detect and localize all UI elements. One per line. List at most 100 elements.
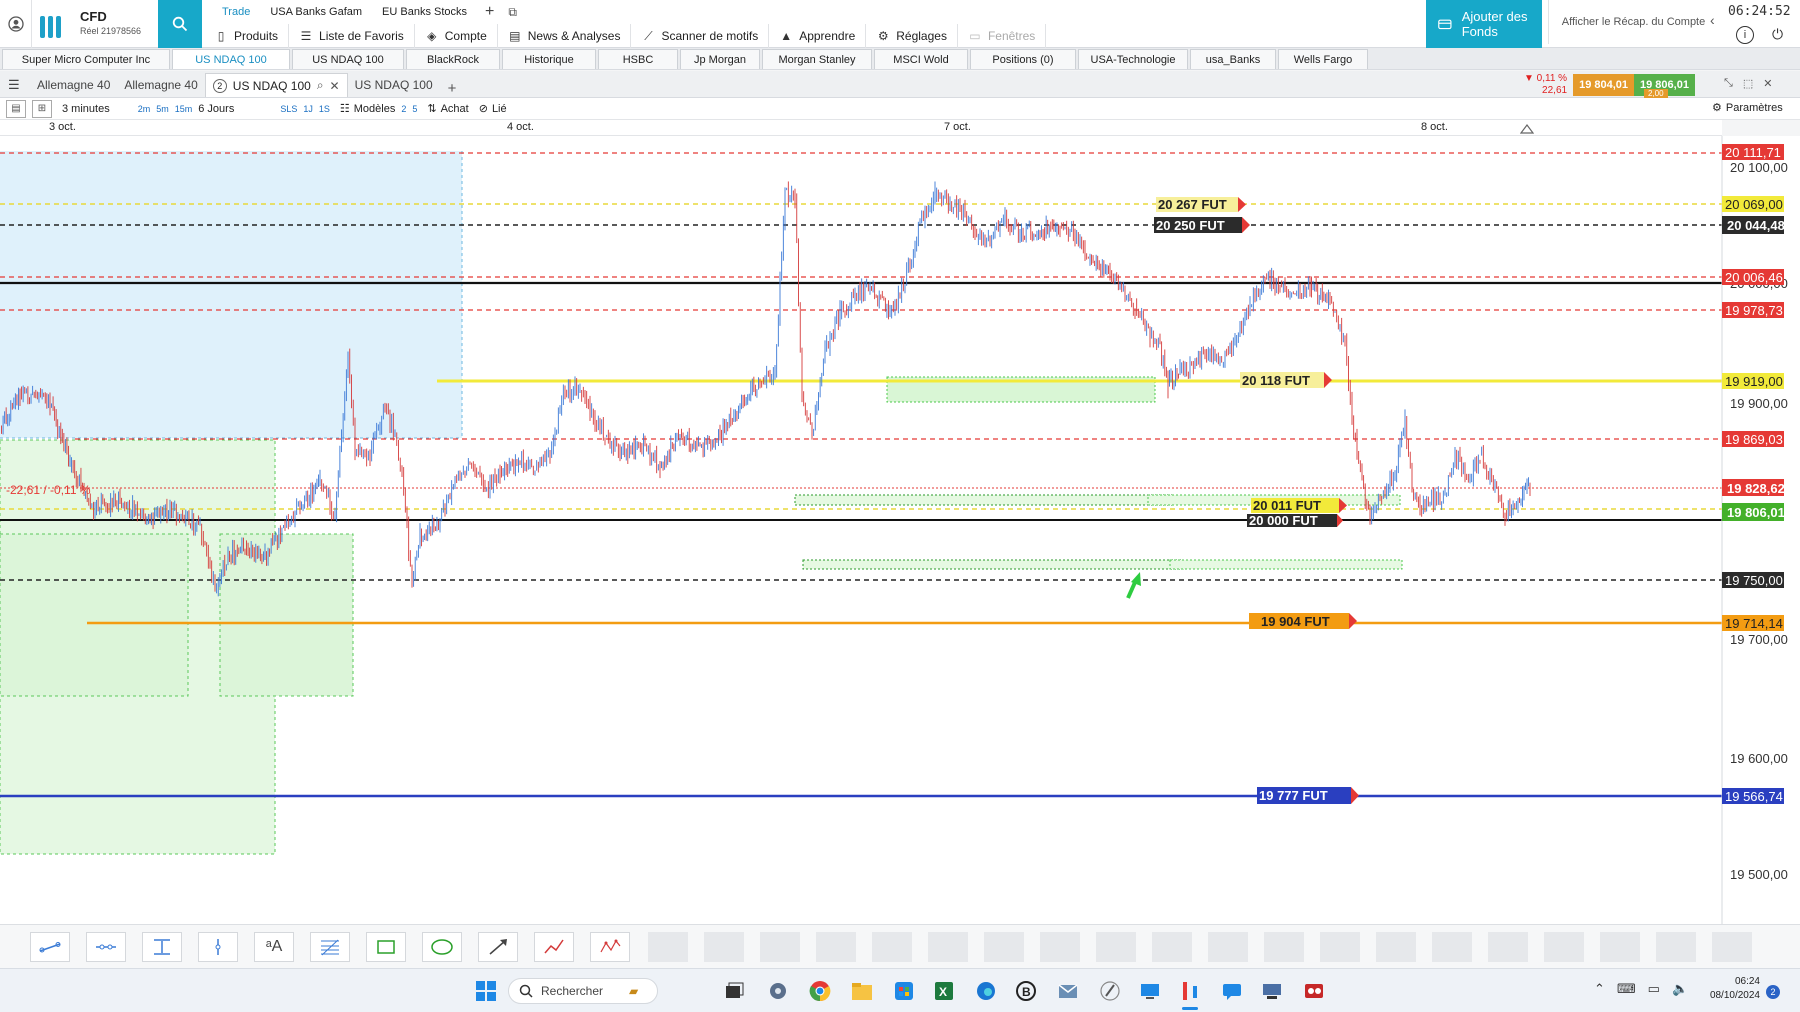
watchlist-tab[interactable]: Wells Fargo bbox=[1278, 49, 1368, 69]
watchlist-tab[interactable]: Positions (0) bbox=[970, 49, 1076, 69]
tool-slot[interactable] bbox=[1096, 932, 1136, 962]
chevron-left-icon[interactable]: ‹ bbox=[1710, 12, 1715, 28]
tool-slot[interactable] bbox=[928, 932, 968, 962]
watchlist-tab[interactable]: Morgan Stanley bbox=[762, 49, 872, 69]
level-label[interactable]: 20 111,71 bbox=[1722, 144, 1784, 160]
tool-slot[interactable] bbox=[1656, 932, 1696, 962]
close-icon[interactable]: ✕ bbox=[330, 79, 340, 93]
polyline-tool-icon[interactable] bbox=[534, 932, 574, 962]
order-tag[interactable]: 20 000 FUT bbox=[1247, 513, 1343, 528]
chart-canvas[interactable]: -22,61 / -0,11 % 20 267 FUT 20 250 FUT 2… bbox=[0, 136, 1800, 924]
chart-tab-allemagne-40[interactable]: Allemagne 40 bbox=[30, 73, 117, 97]
tool-slot[interactable] bbox=[1152, 932, 1192, 962]
level-label[interactable]: 19 806,01 bbox=[1722, 503, 1785, 521]
model-count-5[interactable]: 5 bbox=[412, 104, 417, 114]
watchlist-tab[interactable]: Historique bbox=[502, 49, 596, 69]
menu-reglages[interactable]: ⚙ Réglages bbox=[866, 24, 958, 48]
add-tab-plus-icon[interactable]: + bbox=[477, 3, 502, 21]
interval-5m[interactable]: 5m bbox=[156, 104, 169, 114]
monitor-app-icon[interactable] bbox=[1260, 979, 1284, 1003]
top-tab-eu-banks-stocks[interactable]: EU Banks Stocks bbox=[372, 3, 477, 21]
watchlist-tab[interactable]: US NDAQ 100 bbox=[172, 49, 290, 69]
tool-slot[interactable] bbox=[1712, 932, 1752, 962]
price-chart[interactable]: -22,61 / -0,11 % 20 267 FUT 20 250 FUT 2… bbox=[0, 136, 1800, 924]
watchlist-tab[interactable]: Super Micro Computer Inc bbox=[2, 49, 170, 69]
tool-slot[interactable] bbox=[1544, 932, 1584, 962]
level-label[interactable]: 19 714,14 bbox=[1722, 615, 1784, 631]
watchlist-tab[interactable]: HSBC bbox=[598, 49, 678, 69]
menu-apprendre[interactable]: ▲ Apprendre bbox=[769, 24, 867, 48]
chart-tab-us-ndaq-100[interactable]: 2 US NDAQ 100 ⌕ ✕ bbox=[204, 73, 348, 97]
info-icon[interactable]: i bbox=[1736, 26, 1754, 44]
parameters-button[interactable]: ⚙ Paramètres bbox=[1712, 101, 1783, 115]
search-button[interactable] bbox=[158, 0, 202, 48]
tool-slot[interactable] bbox=[1040, 932, 1080, 962]
level-label[interactable]: 20 006,46 bbox=[1722, 269, 1784, 285]
watchlist-tab[interactable]: MSCI Wold bbox=[874, 49, 968, 69]
file-explorer-icon[interactable] bbox=[850, 979, 874, 1003]
maximize-icon[interactable]: ⬚ bbox=[1743, 77, 1753, 90]
video-app-icon[interactable] bbox=[1302, 979, 1326, 1003]
chart-settings-icon[interactable]: ▤ bbox=[6, 99, 26, 118]
edge-icon[interactable] bbox=[974, 979, 998, 1003]
layout-grid-icon[interactable]: ⊞ bbox=[32, 99, 52, 118]
remote-desktop-icon[interactable] bbox=[1138, 979, 1162, 1003]
hamburger-menu-icon[interactable]: ☰ bbox=[8, 77, 20, 93]
search-icon[interactable]: ⌕ bbox=[317, 78, 324, 93]
price-range-tool-icon[interactable] bbox=[142, 932, 182, 962]
top-tab-usa-banks-gafam[interactable]: USA Banks Gafam bbox=[260, 3, 372, 21]
level-label[interactable]: 19 869,03 bbox=[1722, 431, 1784, 447]
order-tag[interactable]: 20 267 FUT bbox=[1156, 197, 1246, 212]
order-tag[interactable]: 20 011 FUT bbox=[1251, 498, 1347, 513]
level-label[interactable]: 20 069,00 bbox=[1722, 196, 1784, 212]
watchlist-tab[interactable]: BlackRock bbox=[406, 49, 500, 69]
top-tab-trade[interactable]: Trade bbox=[212, 3, 260, 21]
sls-button[interactable]: SLS bbox=[280, 104, 297, 114]
arrow-tool-icon[interactable] bbox=[478, 932, 518, 962]
pen-app-icon[interactable] bbox=[1098, 979, 1122, 1003]
home-marker-icon[interactable] bbox=[1520, 122, 1534, 134]
trading-app-taskbar-icon[interactable] bbox=[1178, 979, 1202, 1003]
linked-toggle[interactable]: ⊘ Lié bbox=[479, 102, 507, 116]
vertical-line-tool-icon[interactable] bbox=[198, 932, 238, 962]
level-label[interactable]: 19 828,62 bbox=[1722, 479, 1785, 496]
notification-badge[interactable]: 2 bbox=[1766, 985, 1780, 999]
tool-slot[interactable] bbox=[760, 932, 800, 962]
watchlist-tab[interactable]: USA-Technologie bbox=[1078, 49, 1188, 69]
order-tag[interactable]: 19 904 FUT bbox=[1249, 613, 1357, 629]
excel-icon[interactable]: X bbox=[932, 979, 956, 1003]
add-funds-button[interactable]: Ajouter des Fonds bbox=[1426, 0, 1542, 48]
shrink-icon[interactable]: ⤡ bbox=[1724, 77, 1733, 90]
rectangle-tool-icon[interactable] bbox=[366, 932, 406, 962]
close-icon[interactable]: ✕ bbox=[1763, 77, 1772, 90]
tool-slot[interactable] bbox=[816, 932, 856, 962]
volume-icon[interactable]: 🔈 bbox=[1672, 981, 1688, 997]
arrow-up-icon[interactable] bbox=[1126, 572, 1141, 599]
taskbar-clock[interactable]: 06:24 08/10/2024 bbox=[1696, 975, 1760, 1003]
horizontal-line-tool-icon[interactable] bbox=[86, 932, 126, 962]
watchlist-tab[interactable]: US NDAQ 100 bbox=[292, 49, 404, 69]
interval-select[interactable]: 3 minutes bbox=[62, 103, 110, 115]
power-icon[interactable]: ⏻ bbox=[1772, 26, 1783, 43]
order-tag[interactable]: 20 118 FUT bbox=[1240, 372, 1332, 388]
level-label[interactable]: 20 044,48 bbox=[1722, 216, 1785, 234]
menu-news-analyses[interactable]: ▤ News & Analyses bbox=[498, 24, 632, 48]
buy-toggle[interactable]: ⇅ Achat bbox=[427, 102, 468, 116]
add-chart-tab-plus-icon[interactable]: + bbox=[440, 80, 465, 97]
menu-compte[interactable]: ◈ Compte bbox=[415, 24, 498, 48]
interval-15m[interactable]: 15m bbox=[175, 104, 193, 114]
taskbar-search[interactable]: Rechercher ▰ bbox=[508, 978, 658, 1004]
range-1j[interactable]: 1J bbox=[303, 104, 313, 114]
tool-slot[interactable] bbox=[872, 932, 912, 962]
order-tag[interactable]: 20 250 FUT bbox=[1154, 217, 1250, 233]
watchlist-tab[interactable]: usa_Banks bbox=[1190, 49, 1276, 69]
range-1s[interactable]: 1S bbox=[319, 104, 330, 114]
model-count-2[interactable]: 2 bbox=[401, 104, 406, 114]
chevron-up-icon[interactable]: ⌃ bbox=[1594, 981, 1605, 997]
chart-tab-us-ndaq-100-2[interactable]: US NDAQ 100 bbox=[348, 73, 440, 97]
models-button[interactable]: ☷ Modèles bbox=[340, 102, 395, 116]
mail-app-icon[interactable] bbox=[1056, 979, 1080, 1003]
ellipse-tool-icon[interactable] bbox=[422, 932, 462, 962]
tool-slot[interactable] bbox=[1488, 932, 1528, 962]
text-tool-icon[interactable]: ᵃA bbox=[254, 932, 294, 962]
